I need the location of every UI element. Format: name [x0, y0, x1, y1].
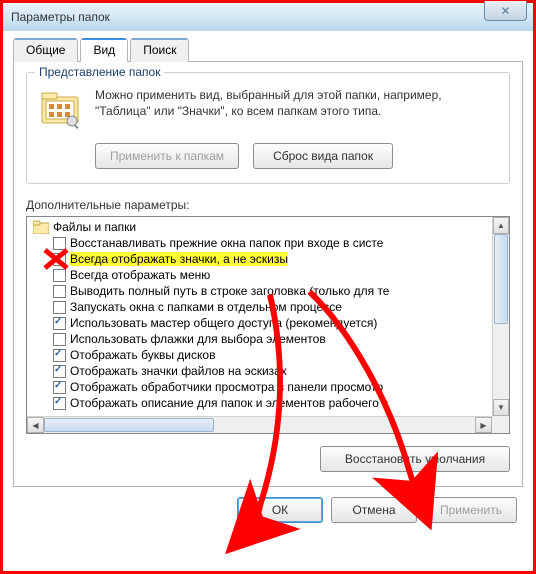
tab-panel-view: Представление папок — [13, 62, 523, 487]
window-title: Параметры папок — [11, 10, 110, 24]
tree-item[interactable]: Всегда отображать меню — [31, 267, 492, 283]
reset-folders-button[interactable]: Сброс вида папок — [253, 143, 393, 169]
checkbox[interactable] — [53, 269, 66, 282]
scroll-down-arrow[interactable]: ▼ — [493, 399, 509, 416]
scroll-up-arrow[interactable]: ▲ — [493, 217, 509, 234]
checkbox[interactable] — [53, 381, 66, 394]
tree-item[interactable]: Выводить полный путь в строке заголовка … — [31, 283, 492, 299]
scroll-right-arrow[interactable]: ▶ — [475, 417, 492, 433]
tree-item-label: Отображать значки файлов на эскизах — [70, 364, 287, 378]
tree-root-files-folders[interactable]: Файлы и папки — [31, 219, 492, 235]
advanced-params-label: Дополнительные параметры: — [26, 198, 510, 212]
tree-item-label: Запускать окна с папками в отдельном про… — [70, 300, 342, 314]
horizontal-scroll-thumb[interactable] — [44, 418, 214, 432]
tree-item[interactable]: Использовать мастер общего доступа (реко… — [31, 315, 492, 331]
tree-item[interactable]: Использовать флажки для выбора элементов — [31, 331, 492, 347]
tree-item[interactable]: Отображать описание для папок и элементо… — [31, 395, 492, 411]
checkbox[interactable] — [53, 365, 66, 378]
group-description: Можно применить вид, выбранный для этой … — [95, 85, 499, 131]
title-bar: Параметры папок — [3, 3, 533, 31]
tree-item-label: Отображать описание для папок и элементо… — [70, 396, 388, 410]
tab-view[interactable]: Вид — [80, 38, 128, 62]
tree-item[interactable]: Запускать окна с папками в отдельном про… — [31, 299, 492, 315]
folder-views-icon — [37, 85, 83, 131]
tree-item-label: Использовать флажки для выбора элементов — [70, 332, 326, 346]
cancel-button[interactable]: Отмена — [331, 497, 417, 523]
horizontal-scrollbar[interactable]: ◀ ▶ — [27, 416, 492, 433]
apply-to-folders-button[interactable]: Применить к папкам — [95, 143, 239, 169]
tree-item-label: Отображать буквы дисков — [70, 348, 215, 362]
tab-strip: Общие Вид Поиск — [13, 37, 523, 62]
folder-view-group: Представление папок — [26, 72, 510, 184]
group-title: Представление папок — [35, 65, 164, 79]
vertical-scrollbar[interactable]: ▲ ▼ — [492, 217, 509, 416]
tree-item-label: Выводить полный путь в строке заголовка … — [70, 284, 389, 298]
restore-defaults-button[interactable]: Восстановить умолчания — [320, 446, 510, 472]
tree-item[interactable]: Восстанавливать прежние окна папок при в… — [31, 235, 492, 251]
tab-general[interactable]: Общие — [13, 38, 78, 62]
scroll-left-arrow[interactable]: ◀ — [27, 417, 44, 433]
tree-item[interactable]: Отображать значки файлов на эскизах — [31, 363, 492, 379]
tree-item[interactable]: Отображать обработчики просмотра в панел… — [31, 379, 492, 395]
checkbox[interactable] — [53, 253, 66, 266]
checkbox[interactable] — [53, 333, 66, 346]
folder-icon — [33, 220, 49, 234]
checkbox[interactable] — [53, 317, 66, 330]
tree-item[interactable]: Всегда отображать значки, а не эскизы — [31, 251, 492, 267]
checkbox[interactable] — [53, 285, 66, 298]
close-button[interactable] — [484, 1, 527, 21]
tab-search[interactable]: Поиск — [130, 38, 189, 62]
checkbox[interactable] — [53, 397, 66, 410]
tree-item-label: Восстанавливать прежние окна папок при в… — [70, 236, 383, 250]
advanced-settings-tree[interactable]: Файлы и папки Восстанавливать прежние ок… — [26, 216, 510, 434]
tree-item-label: Использовать мастер общего доступа (реко… — [70, 316, 377, 330]
checkbox[interactable] — [53, 349, 66, 362]
tree-item-label: Всегда отображать значки, а не эскизы — [70, 252, 288, 266]
apply-button[interactable]: Применить — [425, 497, 517, 523]
checkbox[interactable] — [53, 301, 66, 314]
dialog-button-row: ОК Отмена Применить — [3, 487, 533, 537]
tree-item-label: Отображать обработчики просмотра в панел… — [70, 380, 383, 394]
ok-button[interactable]: ОК — [237, 497, 323, 523]
checkbox[interactable] — [53, 237, 66, 250]
tree-item-label: Всегда отображать меню — [70, 268, 210, 282]
vertical-scroll-thumb[interactable] — [494, 234, 508, 324]
tree-item[interactable]: Отображать буквы дисков — [31, 347, 492, 363]
